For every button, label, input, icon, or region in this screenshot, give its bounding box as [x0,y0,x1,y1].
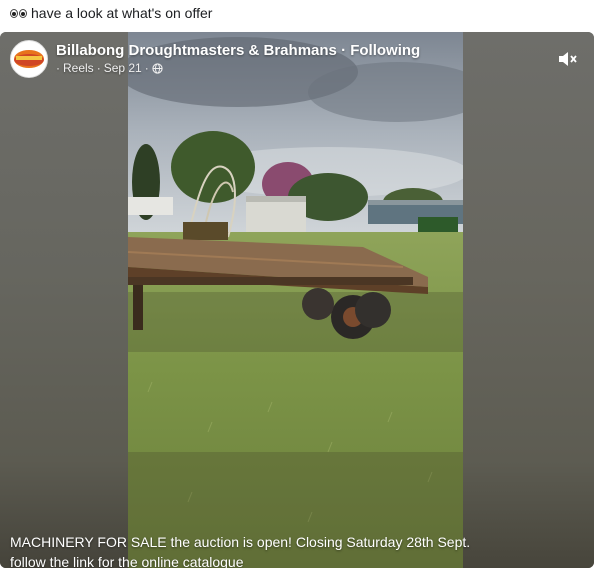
reel-caption: MACHINERY FOR SALE the auction is open! … [10,532,570,568]
caption-line-2: follow the link for the online catalogue [10,554,244,568]
meta-dot: · [96,61,101,75]
page-name-line[interactable]: Billabong Droughtmasters & Brahmans · Fo… [56,42,420,60]
speaker-muted-icon [559,52,577,66]
reels-label[interactable]: Reels [63,60,94,76]
eyes-emoji-icon [10,8,27,18]
video-blur-right [463,32,594,568]
meta-dot: · [144,61,149,75]
video-blur-left [0,32,128,568]
separator-dot: · [341,42,351,59]
mute-button[interactable] [558,50,578,68]
follow-status[interactable]: Following [350,42,420,59]
meta-dot: · [56,61,60,75]
page-name[interactable]: Billabong Droughtmasters & Brahmans [56,42,337,59]
post-text: have a look at what's on offer [10,2,212,24]
globe-icon [152,62,163,74]
page-avatar[interactable] [10,40,48,78]
reel-meta: · Reels · Sep 21 · [56,60,420,76]
reel-header: Billabong Droughtmasters & Brahmans · Fo… [10,40,420,78]
reel-player[interactable]: Billabong Droughtmasters & Brahmans · Fo… [0,32,594,568]
billabong-logo-icon [14,50,44,68]
post-text-content: have a look at what's on offer [31,5,213,21]
video-scene [128,32,463,568]
video-frame[interactable] [128,32,463,568]
caption-line-1: MACHINERY FOR SALE the auction is open! … [10,534,471,550]
post-date[interactable]: Sep 21 [104,60,142,76]
